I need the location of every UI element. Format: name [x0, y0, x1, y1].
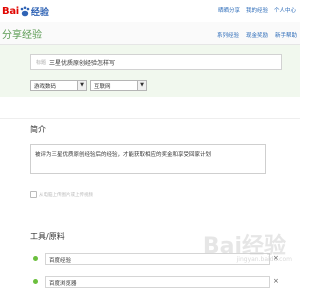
- tool-input[interactable]: 百度浏览器: [45, 276, 270, 288]
- baidu-jingyan-logo[interactable]: Bai 经验: [2, 4, 49, 18]
- tool-input-value: 百度浏览器: [49, 281, 77, 287]
- tool-input-value: 百度经验: [49, 258, 72, 264]
- logo-text-jingyan: 经验: [30, 7, 49, 18]
- bullet-icon: [33, 279, 38, 284]
- top-bar: Bai 经验 晒晒分享 我的经验 个人中心: [0, 0, 300, 22]
- tools-heading: 工具/原料: [30, 232, 65, 241]
- top-link-my-exp[interactable]: 我的经验: [246, 6, 268, 14]
- upload-hint[interactable]: 从电脑上传图片或上传视频: [30, 191, 93, 198]
- category-select-secondary[interactable]: 互联网 ▼: [90, 80, 147, 91]
- chevron-down-icon: ▼: [137, 81, 146, 90]
- bullet-icon: [33, 256, 38, 261]
- paw-icon: [20, 6, 30, 16]
- top-link-profile[interactable]: 个人中心: [274, 6, 296, 14]
- watermark-url: jingyan.baidu.com: [236, 256, 292, 263]
- sub-link-reward[interactable]: 现金奖励: [246, 31, 268, 39]
- image-icon: [30, 191, 37, 198]
- logo-text-bai: Bai: [2, 5, 19, 17]
- sub-link-series[interactable]: 系列经验: [217, 31, 239, 39]
- title-input-value: 三星优质原创经验怎样写: [49, 60, 116, 67]
- section-divider: [0, 118, 300, 119]
- sub-header: 分享经验 系列经验 现金奖励 新手帮助: [0, 22, 300, 45]
- category-select-primary[interactable]: 游戏数码 ▼: [30, 80, 87, 91]
- top-links: 晒晒分享 我的经验 个人中心: [218, 6, 296, 14]
- title-input-label: 标题: [36, 60, 47, 66]
- sub-links: 系列经验 现金奖励 新手帮助: [217, 31, 297, 39]
- category-select-primary-value: 游戏数码: [34, 84, 57, 90]
- category-select-secondary-value: 互联网: [94, 84, 111, 90]
- title-input[interactable]: 标题 三星优质原创经验怎样写: [30, 54, 282, 70]
- close-icon[interactable]: ×: [273, 277, 279, 285]
- page-title: 分享经验: [2, 30, 42, 41]
- intro-heading: 简介: [30, 125, 46, 134]
- top-link-share[interactable]: 晒晒分享: [218, 6, 240, 14]
- intro-textarea[interactable]: 被评为三星优质原创经验后的经验，才能获取相应的奖金和享受回家计划: [30, 144, 266, 174]
- sub-link-help[interactable]: 新手帮助: [275, 31, 297, 39]
- upload-hint-text: 从电脑上传图片或上传视频: [39, 192, 93, 198]
- chevron-down-icon: ▼: [77, 81, 86, 90]
- tool-item: 百度浏览器 ×: [33, 276, 283, 288]
